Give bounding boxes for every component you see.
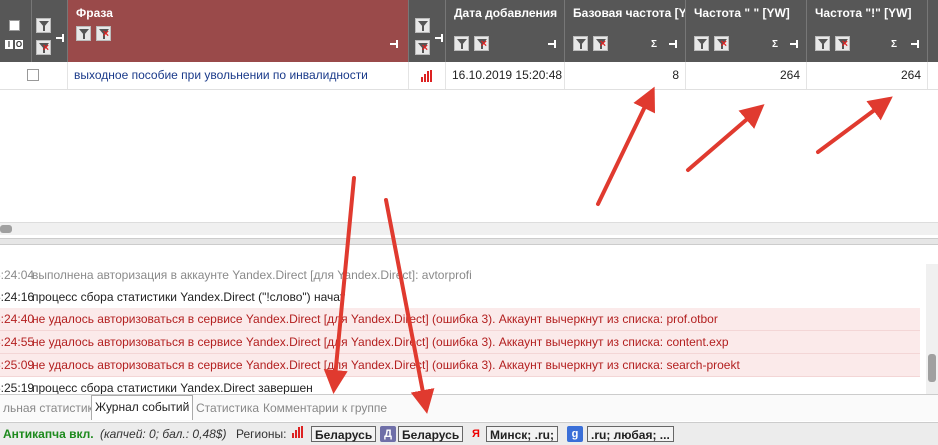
log-line: 5:24:55не удалось авторизоваться в серви… xyxy=(0,331,920,354)
pin-icon[interactable] xyxy=(548,40,558,48)
phrase-cell[interactable]: выходное пособие при увольнении по инвал… xyxy=(68,62,409,89)
log-message: выполнена авторизация в аккаунте Yandex.… xyxy=(32,268,472,282)
pin-icon[interactable] xyxy=(435,34,445,42)
log-message: процесс сбора статистики Yandex.Direct (… xyxy=(32,290,346,304)
region-wordstat[interactable]: Беларусь xyxy=(311,426,377,442)
region-google[interactable]: .ru; любая; ... xyxy=(587,426,674,442)
table-row[interactable]: выходное пособие при увольнении по инвал… xyxy=(0,62,938,90)
filter-icon[interactable] xyxy=(573,36,588,51)
arrow-to-base-frequency xyxy=(596,86,655,206)
clear-filter-icon[interactable]: × xyxy=(36,40,51,55)
log-time: 5:24:04 xyxy=(0,268,35,282)
event-log: 5:24:04выполнена авторизация в аккаунте … xyxy=(0,264,920,399)
yandex-icon: Я xyxy=(472,428,480,440)
phrase-column-header[interactable]: Фраза × xyxy=(68,0,409,62)
filter-icon[interactable] xyxy=(415,18,430,33)
base-frequency-column-header[interactable]: Базовая частота [Y × Σ xyxy=(565,0,686,62)
direct-icon: Д xyxy=(380,426,396,442)
quote-frequency-cell: 264 xyxy=(686,62,807,89)
date-cell: 16.10.2019 15:20:48 xyxy=(446,62,565,89)
log-time: 5:24:16 xyxy=(0,290,35,304)
log-scroll-thumb[interactable] xyxy=(928,354,936,382)
row-checkbox[interactable] xyxy=(27,69,39,81)
arrow-to-exact-frequency xyxy=(816,96,893,154)
anticaptcha-status[interactable]: Антикапча вкл. xyxy=(3,423,94,445)
exact-frequency-column-header[interactable]: Частота "!" [YW] × Σ xyxy=(807,0,928,62)
pin-icon[interactable] xyxy=(790,40,800,48)
table-header: I O × Фраза × × Дата добавления × Базова… xyxy=(0,0,938,62)
date-column-title: Дата добавления xyxy=(454,6,558,20)
clear-filter-icon[interactable]: × xyxy=(96,26,111,41)
captcha-balance: (капчей: 0; бал.: 0,48$) xyxy=(100,427,227,441)
exact-frequency-column-title: Частота "!" [YW] xyxy=(815,6,912,20)
status-bar: Антикапча вкл. (капчей: 0; бал.: 0,48$) … xyxy=(0,422,938,445)
sum-icon[interactable]: Σ xyxy=(772,39,778,50)
row-select-cell xyxy=(0,62,68,89)
log-time: 5:25:09 xyxy=(0,358,35,372)
clear-filter-icon[interactable]: × xyxy=(474,36,489,51)
next-column-header-edge xyxy=(928,0,938,62)
log-line: 5:25:09не удалось авторизоваться в серви… xyxy=(0,354,920,377)
log-message: не удалось авторизоваться в сервисе Yand… xyxy=(32,358,740,372)
filter-icon[interactable] xyxy=(815,36,830,51)
clear-filter-icon[interactable]: × xyxy=(593,36,608,51)
pin-icon[interactable] xyxy=(911,40,921,48)
tab-statistics[interactable]: Статистика xyxy=(193,397,262,419)
log-line: 5:24:40не удалось авторизоваться в серви… xyxy=(0,308,920,331)
log-message: процесс сбора статистики Yandex.Direct з… xyxy=(32,381,313,395)
source-cell xyxy=(409,62,446,89)
log-time: 5:24:40 xyxy=(0,312,35,326)
source-column-header: × xyxy=(409,0,446,62)
log-vertical-scrollbar[interactable] xyxy=(926,264,938,394)
filter-icon[interactable] xyxy=(694,36,709,51)
log-message: не удалось авторизоваться в сервисе Yand… xyxy=(32,335,729,349)
tab-event-log[interactable]: Журнал событий xyxy=(91,395,194,420)
quote-frequency-column-title: Частота " " [YW] xyxy=(694,6,790,20)
pin-icon[interactable] xyxy=(669,40,679,48)
tab-statistics-partial[interactable]: льная статистика xyxy=(0,397,103,419)
panel-splitter[interactable] xyxy=(0,238,938,245)
clear-filter-icon[interactable]: × xyxy=(835,36,850,51)
log-line: 5:24:16процесс сбора статистики Yandex.D… xyxy=(0,286,920,308)
exact-frequency-cell: 264 xyxy=(807,62,928,89)
sum-icon[interactable]: Σ xyxy=(651,39,657,50)
wordstat-bars-icon xyxy=(421,70,435,82)
pin-icon[interactable] xyxy=(56,34,66,42)
filter-icon[interactable] xyxy=(76,26,91,41)
horizontal-scrollbar[interactable] xyxy=(0,222,938,235)
regions-label: Регионы: xyxy=(236,427,287,441)
filter-icon[interactable] xyxy=(36,18,51,33)
phrase-column-title: Фраза xyxy=(76,6,113,20)
date-column-header[interactable]: Дата добавления × xyxy=(446,0,565,62)
select-i-button[interactable]: I xyxy=(5,40,13,49)
clear-filter-icon[interactable]: × xyxy=(714,36,729,51)
invert-selection-controls: I O xyxy=(5,40,23,49)
clear-filter-icon[interactable]: × xyxy=(415,40,430,55)
region-direct[interactable]: Беларусь xyxy=(398,426,464,442)
quote-frequency-column-header[interactable]: Частота " " [YW] × Σ xyxy=(686,0,807,62)
filter-icon[interactable] xyxy=(454,36,469,51)
log-time: 5:24:55 xyxy=(0,335,35,349)
wordstat-bars-icon xyxy=(291,426,307,442)
horizontal-scroll-thumb[interactable] xyxy=(0,225,12,233)
pin-icon[interactable] xyxy=(390,40,400,48)
group-filter-column-header: × xyxy=(32,0,68,62)
bottom-tabs: льная статистика Журнал событий Статисти… xyxy=(0,394,938,421)
select-all-checkbox[interactable] xyxy=(9,20,20,31)
region-yandex[interactable]: Минск; .ru; xyxy=(486,426,558,442)
select-column-header: I O xyxy=(0,0,32,62)
log-message: не удалось авторизоваться в сервисе Yand… xyxy=(32,312,718,326)
tab-group-comments[interactable]: Комментарии к группе xyxy=(260,397,390,419)
arrow-to-quote-frequency xyxy=(686,104,765,172)
base-frequency-column-title: Базовая частота [Y xyxy=(573,6,685,20)
select-o-button[interactable]: O xyxy=(15,40,23,49)
google-icon: g xyxy=(567,426,583,442)
log-line: 5:24:04выполнена авторизация в аккаунте … xyxy=(0,264,920,286)
sum-icon[interactable]: Σ xyxy=(891,39,897,50)
base-frequency-cell: 8 xyxy=(565,62,686,89)
